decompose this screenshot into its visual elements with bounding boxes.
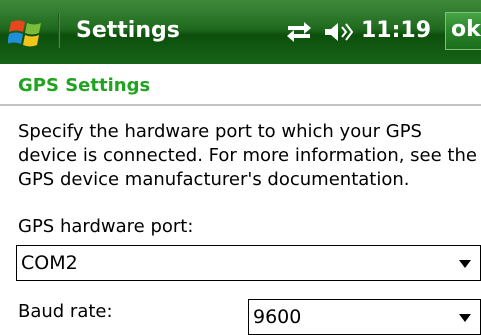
page-title: GPS Settings [18, 75, 151, 96]
gps-port-label: GPS hardware port: [18, 216, 194, 237]
baud-rate-dropdown[interactable]: 9600 [248, 299, 481, 335]
title-bar: Settings 11:19 ok [0, 0, 481, 64]
title-separator [58, 14, 60, 48]
clock[interactable]: 11:19 [361, 18, 431, 44]
description-text: Specify the hardware port to which your … [18, 121, 477, 190]
gps-port-value: COM2 [21, 252, 78, 274]
volume-icon[interactable] [322, 20, 354, 44]
baud-rate-value: 9600 [253, 306, 302, 328]
ok-button[interactable]: ok [445, 12, 481, 50]
connectivity-icon[interactable] [284, 20, 314, 44]
baud-rate-label: Baud rate: [18, 301, 113, 322]
gps-port-dropdown[interactable]: COM2 [16, 245, 481, 281]
chevron-down-icon[interactable] [459, 314, 471, 322]
header-divider [0, 104, 481, 106]
chevron-down-icon[interactable] [459, 260, 471, 268]
windows-logo-icon[interactable] [8, 16, 48, 50]
app-title: Settings [76, 18, 180, 43]
